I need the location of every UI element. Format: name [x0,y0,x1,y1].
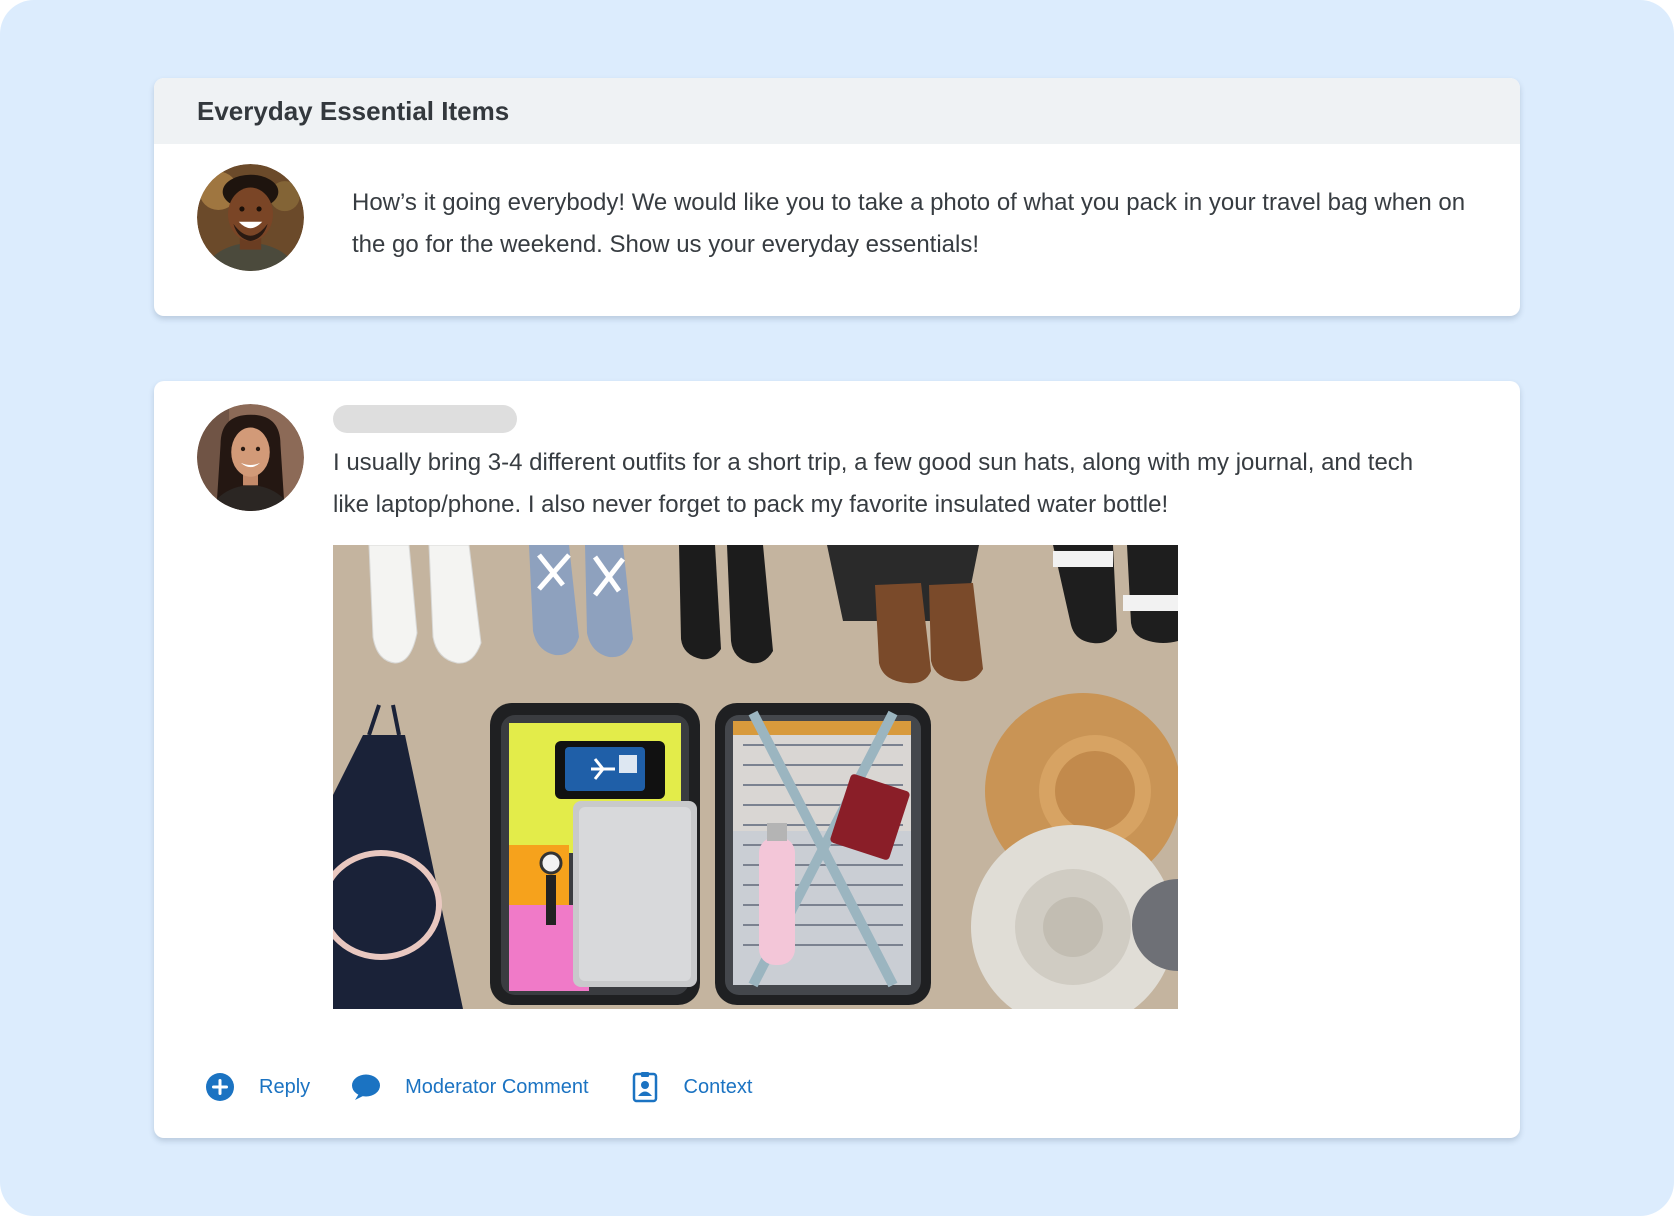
context-button[interactable]: Context [629,1071,753,1103]
response-card: I usually bring 3-4 different outfits fo… [154,381,1520,1138]
moderator-comment-button[interactable]: Moderator Comment [350,1071,589,1103]
prompt-text: How’s it going everybody! We would like … [352,189,1466,258]
post-actions: Reply Moderator Comment Context [204,1067,792,1107]
response-text: I usually bring 3-4 different outfits fo… [333,449,1414,518]
page-background: Everyday Essential Items How’s it going … [0,0,1674,1216]
packed-suitcase-photo[interactable] [333,545,1178,1009]
id-badge-icon [629,1071,661,1103]
reply-button[interactable]: Reply [204,1071,310,1103]
prompt-card: Everyday Essential Items How’s it going … [154,78,1520,316]
context-label: Context [683,1075,753,1098]
plus-circle-icon [204,1071,236,1103]
prompt-card-header: Everyday Essential Items [154,78,1520,144]
moderator-comment-label: Moderator Comment [405,1075,589,1098]
moderator-avatar[interactable] [197,164,304,271]
prompt-title: Everyday Essential Items [197,95,510,126]
reply-label: Reply [259,1075,311,1098]
speech-bubble-icon [350,1071,382,1103]
moderator-avatar-image [197,164,304,271]
participant-avatar[interactable] [197,404,304,511]
packed-suitcase-image [333,545,1178,1009]
participant-avatar-image [197,404,304,511]
author-name-placeholder [333,405,517,433]
